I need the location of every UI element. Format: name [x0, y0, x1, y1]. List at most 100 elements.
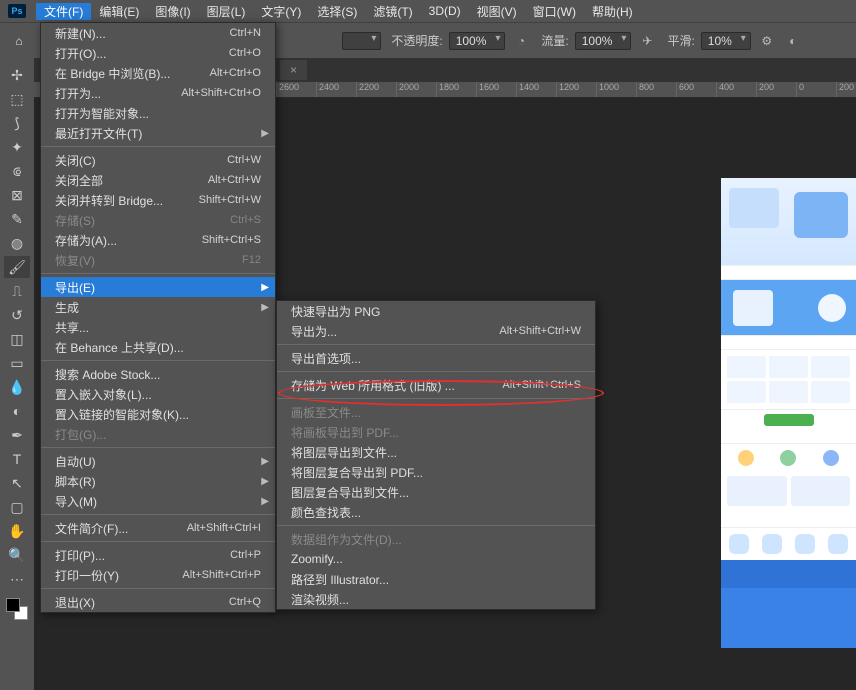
menu-item-label: 将画板导出到 PDF... [291, 424, 581, 441]
mode-dropdown[interactable] [342, 32, 381, 50]
menu-item[interactable]: 自动(U)▶ [41, 451, 275, 471]
hand-tool-icon[interactable]: ✋ [4, 520, 30, 542]
brush-tool-icon[interactable]: 🖌 [4, 256, 30, 278]
dodge-tool-icon[interactable]: ◐ [4, 400, 30, 422]
menu-item[interactable]: 导入(M)▶ [41, 491, 275, 511]
eraser-tool-icon[interactable]: ◫ [4, 328, 30, 350]
menu-item[interactable]: 新建(N)...Ctrl+N [41, 23, 275, 43]
smooth-value[interactable]: 10% [701, 32, 751, 50]
menu-shortcut: Alt+Shift+Ctrl+W [499, 325, 581, 337]
eyedropper-tool-icon[interactable]: ✎ [4, 208, 30, 230]
menu-item-label: 打开为... [55, 85, 181, 102]
menu-item[interactable]: 存储为(A)...Shift+Ctrl+S [41, 230, 275, 250]
menu-separator [277, 371, 595, 372]
menu-item[interactable]: 最近打开文件(T)▶ [41, 123, 275, 143]
menu-item[interactable]: 生成▶ [41, 297, 275, 317]
ps-logo: Ps [8, 4, 26, 18]
menu-item: 恢复(V)F12 [41, 250, 275, 270]
gear-icon[interactable]: ⚙ [757, 31, 777, 51]
menu-shortcut: Alt+Ctrl+O [210, 67, 261, 79]
magic-wand-tool-icon[interactable]: ✦ [4, 136, 30, 158]
menu-type[interactable]: 文字(Y) [253, 3, 309, 20]
path-select-icon[interactable]: ↖ [4, 472, 30, 494]
menu-item[interactable]: 打印(P)...Ctrl+P [41, 545, 275, 565]
menu-item[interactable]: 打印一份(Y)Alt+Shift+Ctrl+P [41, 565, 275, 585]
menu-item[interactable]: 关闭(C)Ctrl+W [41, 150, 275, 170]
close-icon[interactable]: × [290, 63, 297, 77]
ruler-tick: 2200 [356, 82, 396, 97]
menu-item[interactable]: 颜色查找表... [277, 502, 595, 522]
edit-toolbar-icon[interactable]: ⋯ [4, 568, 30, 590]
type-tool-icon[interactable]: T [4, 448, 30, 470]
lasso-tool-icon[interactable]: ⟆ [4, 112, 30, 134]
menu-select[interactable]: 选择(S) [309, 3, 365, 20]
menu-item-label: Zoomify... [291, 552, 581, 566]
menu-item[interactable]: 共享... [41, 317, 275, 337]
menu-item[interactable]: 打开(O)...Ctrl+O [41, 43, 275, 63]
export-submenu: 快速导出为 PNG导出为...Alt+Shift+Ctrl+W 导出首选项... 存… [276, 300, 596, 610]
menu-shortcut: Alt+Shift+Ctrl+P [182, 569, 261, 581]
frame-tool-icon[interactable]: ⊠ [4, 184, 30, 206]
menu-item[interactable]: 搜索 Adobe Stock... [41, 364, 275, 384]
menu-item[interactable]: Zoomify... [277, 549, 595, 569]
menu-item[interactable]: 导出(E)▶ [41, 277, 275, 297]
airbrush-icon[interactable]: ✈ [637, 31, 657, 51]
crop-tool-icon[interactable]: ⟃ [4, 160, 30, 182]
menu-item[interactable]: 导出为...Alt+Shift+Ctrl+W [277, 321, 595, 341]
pen-tool-icon[interactable]: ✒ [4, 424, 30, 446]
menu-window[interactable]: 窗口(W) [525, 3, 584, 20]
menu-item[interactable]: 路径到 Illustrator... [277, 569, 595, 589]
marquee-tool-icon[interactable]: ⬚ [4, 88, 30, 110]
menu-item[interactable]: 关闭全部Alt+Ctrl+W [41, 170, 275, 190]
menu-filter[interactable]: 滤镜(T) [365, 3, 420, 20]
menu-item[interactable]: 打开为智能对象... [41, 103, 275, 123]
menu-separator [41, 541, 275, 542]
ruler-tick: 200 [836, 82, 856, 97]
menu-item[interactable]: 置入嵌入对象(L)... [41, 384, 275, 404]
menu-help[interactable]: 帮助(H) [584, 3, 641, 20]
history-brush-icon[interactable]: ↺ [4, 304, 30, 326]
home-icon[interactable]: ⌂ [8, 30, 30, 52]
menu-image[interactable]: 图像(I) [147, 3, 198, 20]
flow-value[interactable]: 100% [575, 32, 632, 50]
document-tab[interactable]: × [280, 60, 307, 80]
menu-file[interactable]: 文件(F) [36, 3, 91, 20]
menu-item[interactable]: 渲染视频... [277, 589, 595, 609]
blur-tool-icon[interactable]: 💧 [4, 376, 30, 398]
menu-item[interactable]: 关闭并转到 Bridge...Shift+Ctrl+W [41, 190, 275, 210]
menu-item[interactable]: 快速导出为 PNG [277, 301, 595, 321]
menu-item[interactable]: 图层复合导出到文件... [277, 482, 595, 502]
menu-item[interactable]: 将图层复合导出到 PDF... [277, 462, 595, 482]
menu-item[interactable]: 将图层导出到文件... [277, 442, 595, 462]
menu-edit[interactable]: 编辑(E) [91, 3, 147, 20]
move-tool-icon[interactable]: ✢ [4, 64, 30, 86]
menu-shortcut: Ctrl+Q [229, 596, 261, 608]
menu-layer[interactable]: 图层(L) [199, 3, 254, 20]
menu-item-label: 打包(G)... [55, 426, 261, 443]
menu-3d[interactable]: 3D(D) [421, 4, 469, 18]
menu-shortcut: Shift+Ctrl+W [199, 194, 261, 206]
color-swatches[interactable] [6, 598, 28, 620]
clone-tool-icon[interactable]: ⎍ [4, 280, 30, 302]
menu-item[interactable]: 在 Behance 上共享(D)... [41, 337, 275, 357]
menu-item[interactable]: 导出首选项... [277, 348, 595, 368]
menu-item[interactable]: 文件简介(F)...Alt+Shift+Ctrl+I [41, 518, 275, 538]
menu-item-label: 将图层导出到文件... [291, 444, 581, 461]
menu-shortcut: Ctrl+N [230, 27, 261, 39]
gradient-tool-icon[interactable]: ▭ [4, 352, 30, 374]
pressure-size-icon[interactable]: ◐ [783, 31, 803, 51]
pressure-opacity-icon[interactable]: ◔ [511, 31, 531, 51]
opacity-value[interactable]: 100% [449, 32, 506, 50]
menu-item[interactable]: 退出(X)Ctrl+Q [41, 592, 275, 612]
menu-item[interactable]: 置入链接的智能对象(K)... [41, 404, 275, 424]
menu-item[interactable]: 打开为...Alt+Shift+Ctrl+O [41, 83, 275, 103]
menu-view[interactable]: 视图(V) [469, 3, 525, 20]
menu-separator [41, 146, 275, 147]
menu-item[interactable]: 在 Bridge 中浏览(B)...Alt+Ctrl+O [41, 63, 275, 83]
ruler-tick: 1000 [596, 82, 636, 97]
zoom-tool-icon[interactable]: 🔍 [4, 544, 30, 566]
menu-item[interactable]: 存储为 Web 所用格式 (旧版) ...Alt+Shift+Ctrl+S [277, 375, 595, 395]
menu-item[interactable]: 脚本(R)▶ [41, 471, 275, 491]
shape-tool-icon[interactable]: ▢ [4, 496, 30, 518]
healing-tool-icon[interactable]: ◍ [4, 232, 30, 254]
